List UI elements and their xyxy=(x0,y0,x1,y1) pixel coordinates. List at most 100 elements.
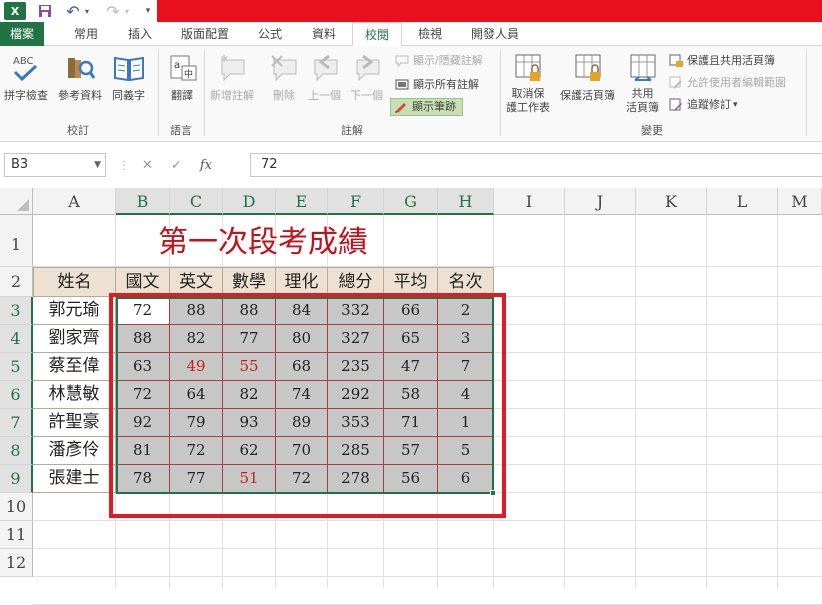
column-header-B[interactable]: B xyxy=(116,188,170,215)
research-label: 參考資料 xyxy=(58,89,102,102)
name-cell[interactable]: 張建士 xyxy=(33,465,116,493)
delete-comment-button[interactable]: 刪除 xyxy=(268,52,300,103)
show-hide-comment-button[interactable]: 顯示/隱藏註解 xyxy=(394,52,483,70)
column-header-C[interactable]: C xyxy=(170,188,223,215)
column-header-K[interactable]: K xyxy=(636,188,707,215)
track-changes-label: 追蹤修訂 xyxy=(687,98,731,111)
row-header-2[interactable]: 2 xyxy=(0,267,33,297)
row-header-8[interactable]: 8 xyxy=(0,437,33,465)
tab-home[interactable]: 常用 xyxy=(64,22,108,46)
ribbon-tabs: 檔案 常用 插入 版面配置 公式 資料 校閱 檢視 開發人員 xyxy=(0,22,822,47)
name-cell[interactable]: 潘彥伶 xyxy=(33,437,116,465)
show-ink-label: 顯示筆跡 xyxy=(412,100,456,113)
column-header-G[interactable]: G xyxy=(384,188,438,215)
show-ink-button[interactable]: 顯示筆跡 xyxy=(390,98,463,116)
undo-dropdown-icon[interactable]: ▾ xyxy=(82,2,92,20)
name-cell[interactable]: 郭元瑜 xyxy=(33,297,116,325)
row-header-3[interactable]: 3 xyxy=(0,297,33,325)
column-header-M[interactable]: M xyxy=(778,188,822,215)
undo-icon[interactable]: ↶ xyxy=(64,2,82,21)
tab-developer[interactable]: 開發人員 xyxy=(462,22,528,46)
group-comments-label: 註解 xyxy=(341,124,363,137)
allow-edit-ranges-button[interactable]: 允許使用者編輯範圍 xyxy=(668,74,786,92)
spell-check-button[interactable]: ABC 拼字檢查 xyxy=(4,52,48,103)
gridline-horizontal xyxy=(33,520,822,521)
gridline-horizontal xyxy=(33,548,822,549)
row-header-1[interactable]: 1 xyxy=(0,215,33,267)
redo-dropdown-icon[interactable]: ▾ xyxy=(122,2,132,20)
title-bar-highlight xyxy=(157,0,822,22)
protect-workbook-button[interactable]: 保護活頁簿 xyxy=(560,52,615,103)
tab-data[interactable]: 資料 xyxy=(302,22,346,46)
tab-insert[interactable]: 插入 xyxy=(118,22,162,46)
show-all-comments-icon xyxy=(394,78,410,92)
share-workbook-button[interactable]: 共用 活頁簿 xyxy=(626,52,659,115)
column-header-E[interactable]: E xyxy=(276,188,328,215)
row-header-4[interactable]: 4 xyxy=(0,325,33,353)
show-hide-comment-label: 顯示/隱藏註解 xyxy=(413,54,483,67)
share-workbook-label-1: 共用 xyxy=(631,87,654,100)
allow-edit-ranges-label: 允許使用者編輯範圍 xyxy=(687,76,786,89)
next-comment-button[interactable]: 下一個 xyxy=(350,52,383,103)
redo-icon[interactable]: ↷ xyxy=(104,2,122,21)
row-header-6[interactable]: 6 xyxy=(0,381,33,409)
research-button[interactable]: 參考資料 xyxy=(58,52,102,103)
column-header-I[interactable]: I xyxy=(494,188,565,215)
tab-review[interactable]: 校閱 xyxy=(352,22,402,47)
column-header-L[interactable]: L xyxy=(707,188,778,215)
customize-qat-icon[interactable]: ▾ xyxy=(142,2,154,20)
column-header-A[interactable]: A xyxy=(33,188,116,215)
name-box-dropdown-icon[interactable]: ▼ xyxy=(94,154,101,176)
row-header-12[interactable]: 12 xyxy=(0,549,33,577)
protect-workbook-icon xyxy=(572,52,604,84)
ribbon: ABC 拼字檢查 參考資料 同義字 校訂 a中 翻譯 語言 ✱ 新增註解 刪除 xyxy=(0,46,822,142)
tab-formulas[interactable]: 公式 xyxy=(248,22,292,46)
research-icon xyxy=(64,52,96,84)
thesaurus-icon xyxy=(113,52,145,84)
save-icon[interactable] xyxy=(36,2,54,20)
name-cell[interactable]: 劉家齊 xyxy=(33,325,116,353)
row-header-5[interactable]: 5 xyxy=(0,353,33,381)
formula-input[interactable]: 72 xyxy=(250,153,822,177)
track-changes-button[interactable]: 追蹤修訂 ▾ xyxy=(668,96,738,114)
column-header-H[interactable]: H xyxy=(438,188,494,215)
sheet-title[interactable]: 第一次段考成績 xyxy=(33,215,493,267)
unprotect-sheet-icon xyxy=(512,52,544,84)
svg-text:中: 中 xyxy=(184,68,193,80)
group-proofing-label: 校訂 xyxy=(67,124,89,137)
unprotect-sheet-button[interactable]: 取消保 護工作表 xyxy=(506,52,550,115)
name-cell[interactable]: 許聖豪 xyxy=(33,409,116,437)
column-header-J[interactable]: J xyxy=(565,188,636,215)
row-header-11[interactable]: 11 xyxy=(0,521,33,549)
excel-logo-icon: X xyxy=(4,2,26,20)
cancel-icon[interactable]: ✕ xyxy=(142,158,153,173)
enter-icon[interactable]: ✓ xyxy=(171,158,182,173)
select-all-icon xyxy=(17,199,29,211)
more-icon: ⋮ xyxy=(118,158,130,172)
gridline-vertical xyxy=(706,215,707,588)
tab-view[interactable]: 檢視 xyxy=(408,22,452,46)
worksheet-grid[interactable]: ABCDEFGHIJKLM 1 2 3 4 5 6 7 8 9 10 11 12 第一次段考成績 姓名… xyxy=(0,188,822,605)
row-header-9[interactable]: 9 xyxy=(0,465,33,493)
protect-share-button[interactable]: 保護且共用活頁簿 xyxy=(668,52,775,70)
new-comment-icon: ✱ xyxy=(216,52,248,84)
thesaurus-button[interactable]: 同義字 xyxy=(112,52,145,103)
tab-page-layout[interactable]: 版面配置 xyxy=(172,22,238,46)
select-all-button[interactable] xyxy=(0,188,33,215)
name-cell[interactable]: 林慧敏 xyxy=(33,381,116,409)
show-all-comments-button[interactable]: 顯示所有註解 xyxy=(394,76,479,94)
tab-file[interactable]: 檔案 xyxy=(0,22,44,46)
share-workbook-icon xyxy=(627,52,659,84)
column-header-D[interactable]: D xyxy=(223,188,276,215)
previous-comment-label: 上一個 xyxy=(308,89,341,102)
translate-button[interactable]: a中 翻譯 xyxy=(166,52,198,103)
row-header-10[interactable]: 10 xyxy=(0,493,33,521)
name-box[interactable]: B3 ▼ xyxy=(4,153,106,177)
name-cell[interactable]: 蔡至偉 xyxy=(33,353,116,381)
row-header-7[interactable]: 7 xyxy=(0,409,33,437)
new-comment-button[interactable]: ✱ 新增註解 xyxy=(210,52,254,103)
insert-function-icon[interactable]: fx xyxy=(200,158,212,173)
column-header-F[interactable]: F xyxy=(328,188,384,215)
header-cell[interactable]: 姓名 xyxy=(33,267,116,297)
previous-comment-button[interactable]: 上一個 xyxy=(308,52,341,103)
